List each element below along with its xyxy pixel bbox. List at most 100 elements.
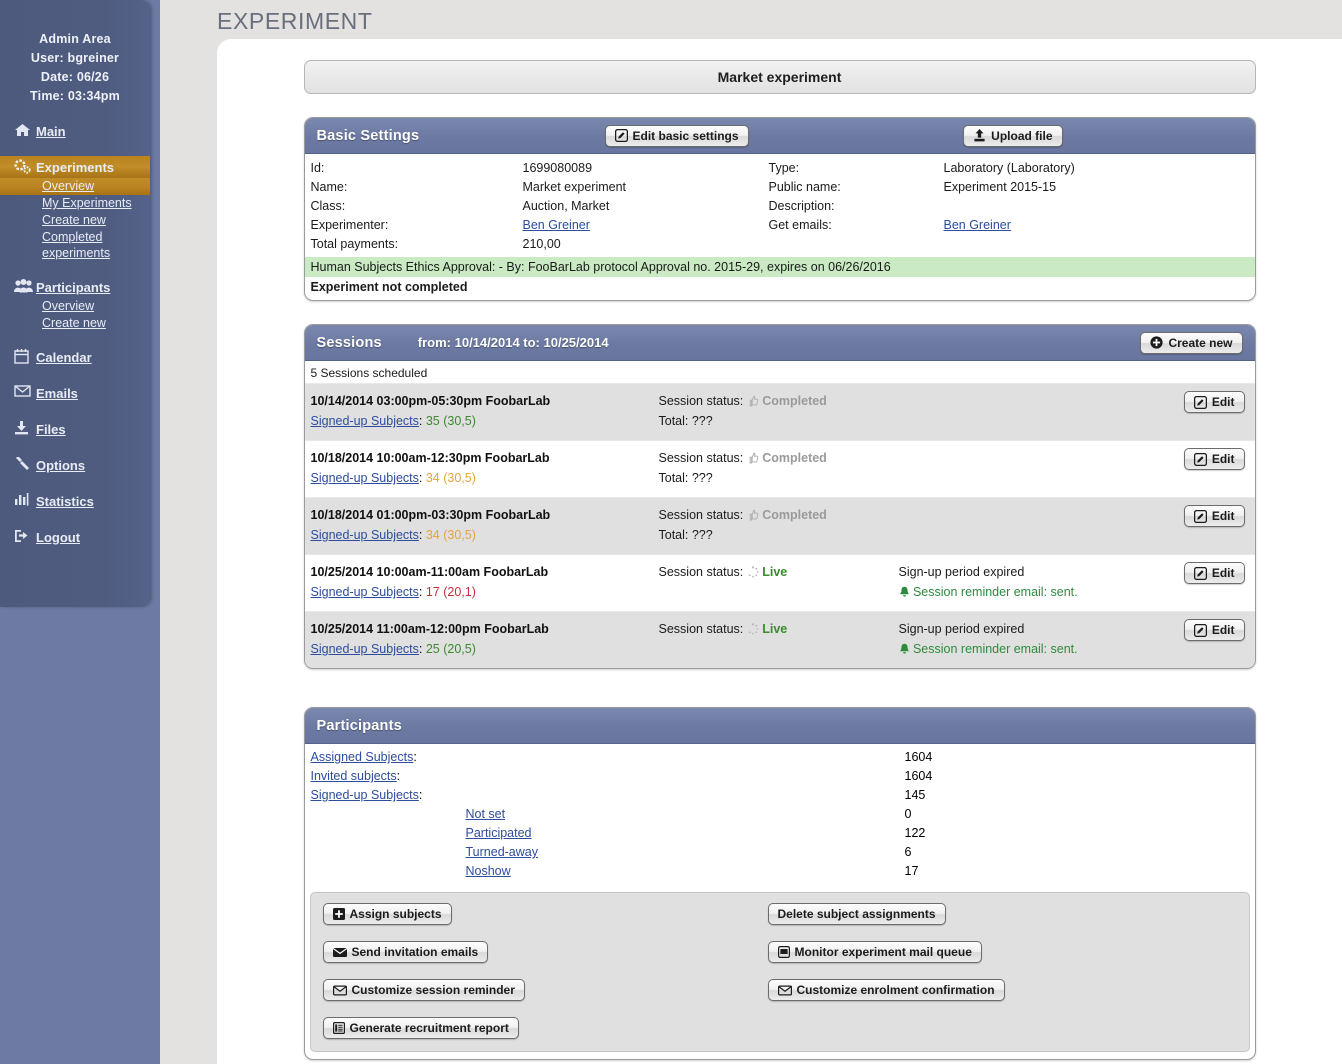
signed-up-subjects-link[interactable]: Signed-up Subjects	[311, 471, 419, 485]
sidebar-item-my-experiments[interactable]: My Experiments	[0, 195, 150, 212]
mail-queue-icon	[778, 946, 790, 958]
participant-stat-value: 1604	[905, 748, 951, 767]
experimenter-link[interactable]: Ben Greiner	[523, 218, 590, 232]
admin-user-label: User: bgreiner	[0, 49, 150, 68]
participants-header: Participants	[305, 708, 1255, 744]
nav-group-main: Main	[0, 120, 150, 142]
plus-circle-icon	[1150, 336, 1163, 349]
basic-settings-heading: Basic Settings	[317, 128, 420, 144]
session-edit-cell: Edit	[1167, 448, 1245, 470]
signed-up-colon: :	[419, 585, 426, 599]
sidebar-item-files[interactable]: Files	[0, 418, 150, 440]
action-button-label: Customize session reminder	[352, 983, 515, 997]
sessions-date-range: from: 10/14/2014 to: 10/25/2014	[418, 335, 609, 350]
edit-session-label: Edit	[1212, 509, 1235, 523]
participant-stat-label: Participated	[466, 824, 905, 843]
nav-group-files: Files	[0, 418, 150, 440]
upload-file-label: Upload file	[991, 129, 1052, 143]
sidebar-item-experiments-overview[interactable]: Overview	[0, 178, 150, 195]
participants-panel: Participants Assigned Subjects:1604Invit…	[304, 707, 1256, 1060]
upload-file-button[interactable]: Upload file	[963, 125, 1062, 147]
action-button[interactable]: Generate recruitment report	[323, 1017, 519, 1039]
label-total-payments: Total payments:	[311, 235, 523, 254]
participant-stat-link[interactable]: Participated	[466, 826, 532, 840]
session-status-cell: Session status: Live	[659, 562, 899, 582]
sidebar-item-experiments[interactable]: Experiments	[0, 156, 150, 178]
indent-spacer	[311, 862, 466, 881]
participant-action-cell: Customize enrolment confirmation	[768, 979, 1249, 1001]
ethics-approval-banner: Human Subjects Ethics Approval: - By: Fo…	[305, 257, 1255, 277]
edit-basic-settings-button[interactable]: Edit basic settings	[605, 125, 749, 147]
sidebar-item-participants-overview[interactable]: Overview	[0, 298, 150, 315]
session-status-label: Session status:	[659, 394, 744, 408]
edit-session-button[interactable]: Edit	[1184, 562, 1245, 584]
sessions-count-text: 5 Sessions scheduled	[305, 361, 1255, 383]
action-button[interactable]: Assign subjects	[323, 903, 452, 925]
sidebar-item-options[interactable]: Options	[0, 454, 150, 476]
sidebar-item-calendar[interactable]: Calendar	[0, 346, 150, 368]
session-status-value: Completed	[762, 394, 827, 408]
sidebar: Admin Area User: bgreiner Date: 06/26 Ti…	[0, 0, 160, 1064]
participant-stat-label: Turned-away	[466, 843, 905, 862]
create-new-session-button[interactable]: Create new	[1140, 332, 1242, 354]
signed-up-subjects-link[interactable]: Signed-up Subjects	[311, 642, 419, 656]
participants-stats-list: Assigned Subjects:1604Invited subjects:1…	[305, 748, 1255, 881]
action-button[interactable]: Customize session reminder	[323, 979, 525, 1001]
participant-action-cell	[768, 1017, 1249, 1039]
session-status-label: Session status:	[659, 622, 744, 636]
action-button[interactable]: Customize enrolment confirmation	[768, 979, 1005, 1001]
sidebar-item-experiments-create-new[interactable]: Create new	[0, 212, 150, 229]
participant-stat-link[interactable]: Turned-away	[466, 845, 539, 859]
sidebar-item-emails[interactable]: Emails	[0, 382, 150, 404]
participant-stat-label: Not set	[466, 805, 905, 824]
session-status-line: Session status: Completed	[659, 391, 899, 411]
signed-up-subjects-link[interactable]: Signed-up Subjects	[311, 414, 419, 428]
session-edit-cell: Edit	[1167, 505, 1245, 527]
sidebar-item-completed-experiments[interactable]: Completed	[0, 229, 150, 246]
participant-action-cell: Send invitation emails	[323, 941, 768, 963]
get-emails-link[interactable]: Ben Greiner	[944, 218, 1011, 232]
nav-group-participants: Participants Overview Create new	[0, 276, 150, 332]
signed-up-value: 34 (30,5)	[426, 528, 476, 542]
edit-session-button[interactable]: Edit	[1184, 391, 1245, 413]
basic-settings-section: Basic Settings Edit basic settings Uploa…	[304, 117, 1256, 301]
session-signed-up: Signed-up Subjects: 17 (20,1)	[311, 582, 659, 603]
participant-stat-value: 122	[905, 824, 951, 843]
gears-icon	[14, 159, 36, 175]
sidebar-item-statistics[interactable]: Statistics	[0, 490, 150, 512]
edit-session-button[interactable]: Edit	[1184, 505, 1245, 527]
sessions-list: 10/14/2014 03:00pm-05:30pm FoobarLabSign…	[305, 383, 1255, 668]
sidebar-item-participants-create-new[interactable]: Create new	[0, 315, 150, 332]
action-button-label: Monitor experiment mail queue	[795, 945, 972, 959]
value-total-payments: 210,00	[523, 235, 769, 254]
participant-stat-link[interactable]: Not set	[466, 807, 506, 821]
action-button[interactable]: Send invitation emails	[323, 941, 489, 963]
participant-stat-link[interactable]: Signed-up Subjects	[311, 788, 419, 802]
action-button[interactable]: Monitor experiment mail queue	[768, 941, 982, 963]
signed-up-subjects-link[interactable]: Signed-up Subjects	[311, 528, 419, 542]
sidebar-item-completed-experiments-line2[interactable]: experiments	[0, 246, 150, 262]
session-status-value: Completed	[762, 451, 827, 465]
action-button[interactable]: Delete subject assignments	[768, 903, 946, 925]
envelope-filled-icon	[333, 947, 347, 958]
session-status-cell: Session status: CompletedTotal: ???	[659, 391, 899, 431]
participant-stat-row: Turned-away6	[305, 843, 1255, 862]
bell-icon	[899, 585, 910, 599]
participants-actions: Assign subjects Delete subject assignment…	[310, 892, 1250, 1052]
indent-spacer	[311, 805, 466, 824]
session-status-line: Session status: Live	[659, 619, 899, 639]
session-total: Total: ???	[659, 411, 899, 431]
session-info-cell: 10/14/2014 03:00pm-05:30pm FoobarLabSign…	[311, 391, 659, 432]
sidebar-item-logout[interactable]: Logout	[0, 526, 150, 548]
signed-up-subjects-link[interactable]: Signed-up Subjects	[311, 585, 419, 599]
sidebar-item-main[interactable]: Main	[0, 120, 150, 142]
edit-session-button[interactable]: Edit	[1184, 619, 1245, 641]
participant-stat-link[interactable]: Assigned Subjects	[311, 750, 414, 764]
signed-up-colon: :	[419, 414, 426, 428]
edit-session-button[interactable]: Edit	[1184, 448, 1245, 470]
action-button-label: Customize enrolment confirmation	[797, 983, 995, 997]
participant-stat-link[interactable]: Noshow	[466, 864, 511, 878]
participant-stat-link[interactable]: Invited subjects	[311, 769, 397, 783]
participant-stat-row: Participated 122	[305, 824, 1255, 843]
sidebar-item-participants[interactable]: Participants	[0, 276, 150, 298]
